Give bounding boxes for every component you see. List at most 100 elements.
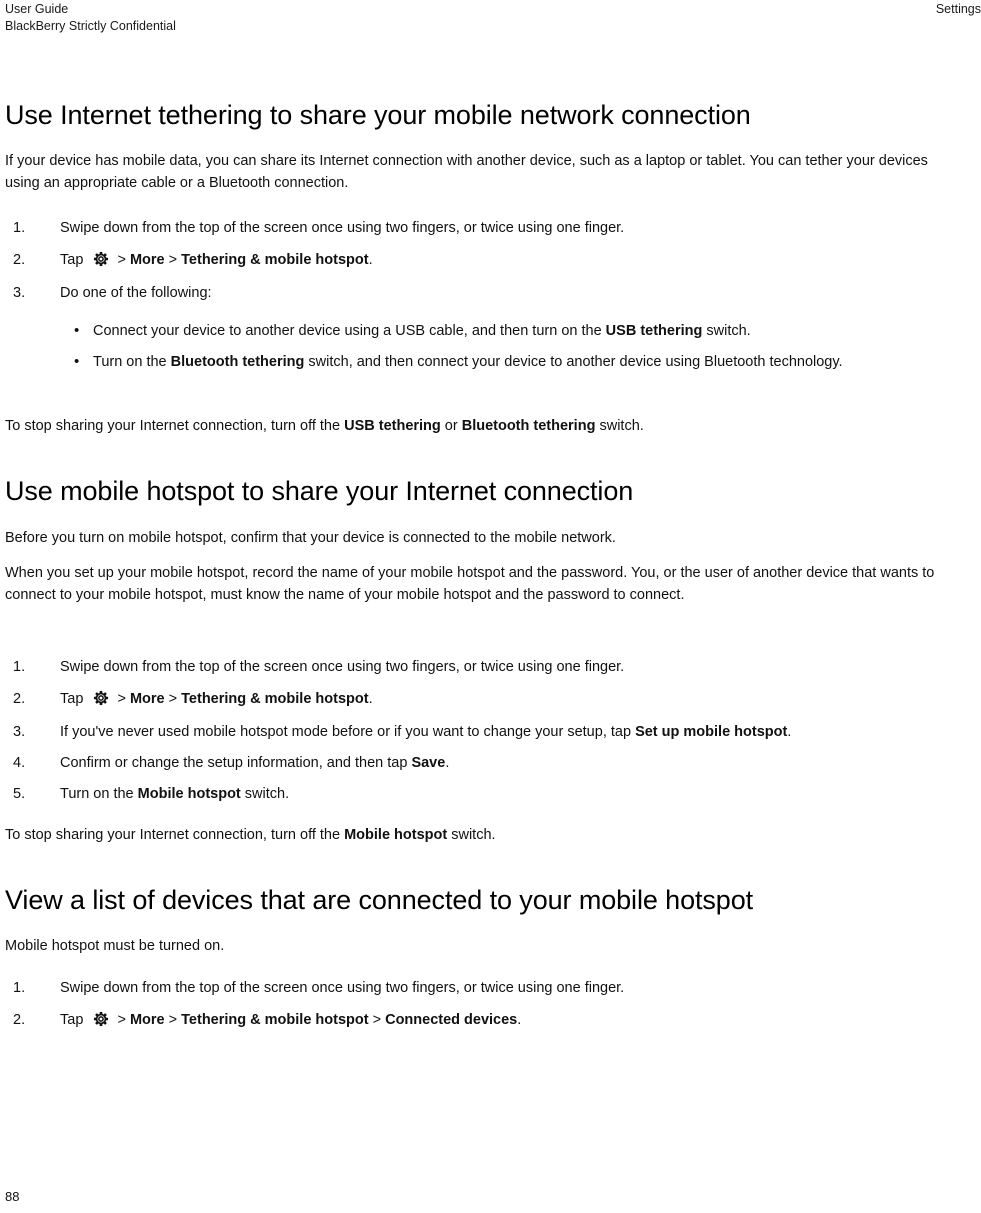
gear-icon	[93, 690, 109, 706]
step-text-suffix: .	[517, 1012, 522, 1028]
step-text-prefix: Tap	[60, 252, 84, 268]
step-marker: 1.	[13, 980, 26, 996]
step-separator: >	[117, 1012, 126, 1028]
step-menu-item-more: More	[129, 691, 165, 707]
step-separator: >	[117, 252, 126, 268]
bullet-list-tethering-options: • Connect your device to another device …	[5, 320, 960, 373]
list-item-step-1: 1. Swipe down from the top of the screen…	[5, 217, 960, 239]
page-title-connected-devices: View a list of devices that are connecte…	[5, 885, 754, 915]
intro-paragraph-connected-devices: Mobile hotspot must be turned on.	[5, 935, 960, 957]
step-text-post: switch.	[240, 786, 290, 802]
section-internet-tethering: Use Internet tethering to share your mob…	[5, 99, 960, 131]
section-connected-devices: View a list of devices that are connecte…	[5, 884, 960, 916]
list-item-step-3: 3. Do one of the following:	[5, 282, 960, 304]
step-bold-mobile-hotspot: Mobile hotspot	[137, 786, 241, 802]
header-confidentiality-notice: BlackBerry Strictly Confidential	[5, 18, 176, 33]
paragraph-text: Mobile hotspot must be turned on.	[5, 938, 225, 954]
step-text-pre: Confirm or change the setup information,…	[60, 755, 412, 771]
outro-text-pre: To stop sharing your Internet connection…	[5, 418, 345, 434]
step-bold-save: Save	[411, 755, 446, 771]
list-item-step-3: 3. If you've never used mobile hotspot m…	[5, 721, 960, 743]
step-text: Swipe down from the top of the screen on…	[60, 659, 625, 675]
paragraph-text: To stop sharing your Internet connection…	[5, 824, 960, 846]
section-mobile-hotspot: Use mobile hotspot to share your Interne…	[5, 475, 960, 507]
intro-paragraph-1-mobile-hotspot: Before you turn on mobile hotspot, confi…	[5, 527, 960, 549]
step-text-suffix: .	[368, 252, 373, 268]
list-item-bullet-usb: • Connect your device to another device …	[5, 320, 960, 342]
header-doc-title: User Guide	[5, 2, 69, 16]
step-marker: 3.	[13, 285, 26, 301]
step-text-prefix: Tap	[60, 691, 84, 707]
outro-text-post: switch.	[595, 418, 644, 434]
step-separator: >	[168, 691, 178, 707]
bullet-text-pre: Turn on the	[93, 354, 171, 370]
header-chapter-title: Settings	[935, 2, 981, 16]
bullet-bold-usb-tethering: USB tethering	[605, 323, 703, 339]
step-separator: >	[117, 691, 126, 707]
step-bold-set-up-mobile-hotspot: Set up mobile hotspot	[635, 724, 788, 740]
step-marker: 1.	[13, 659, 26, 675]
step-text-post: .	[787, 724, 792, 740]
page-title-internet-tethering: Use Internet tethering to share your mob…	[5, 100, 751, 130]
step-text-pre: If you've never used mobile hotspot mode…	[60, 724, 636, 740]
step-text: Swipe down from the top of the screen on…	[60, 980, 625, 996]
step-separator: >	[372, 1012, 382, 1028]
running-header: User Guide BlackBerry Strictly Confident…	[0, 0, 981, 46]
steps-list-internet-tethering: 1. Swipe down from the top of the screen…	[5, 217, 960, 304]
list-item-step-1: 1. Swipe down from the top of the screen…	[5, 977, 960, 999]
page-number: 88	[5, 1189, 20, 1204]
step-menu-item-tethering: Tethering & mobile hotspot	[181, 252, 369, 268]
list-item-bullet-bluetooth: • Turn on the Bluetooth tethering switch…	[5, 351, 960, 373]
step-marker: 5.	[13, 786, 26, 802]
page-title-mobile-hotspot: Use mobile hotspot to share your Interne…	[5, 476, 634, 506]
step-text: Swipe down from the top of the screen on…	[60, 220, 625, 236]
step-marker: 4.	[13, 755, 26, 771]
intro-paragraph-internet-tethering: If your device has mobile data, you can …	[5, 150, 960, 194]
bullet-text-post: switch.	[702, 323, 751, 339]
step-text-suffix: .	[368, 691, 373, 707]
paragraph-text: To stop sharing your Internet connection…	[5, 415, 960, 437]
step-menu-item-tethering: Tethering & mobile hotspot	[181, 691, 369, 707]
bullet-bold-bluetooth-tethering: Bluetooth tethering	[170, 354, 305, 370]
intro-paragraph-2-mobile-hotspot: When you set up your mobile hotspot, rec…	[5, 562, 960, 606]
list-item-step-1: 1. Swipe down from the top of the screen…	[5, 656, 960, 678]
outro-paragraph-mobile-hotspot: To stop sharing your Internet connection…	[5, 824, 960, 846]
steps-list-connected-devices: 1. Swipe down from the top of the screen…	[5, 977, 960, 1031]
gear-icon	[93, 1011, 109, 1027]
step-marker: 1.	[13, 220, 26, 236]
step-text: Do one of the following:	[60, 285, 212, 301]
list-item-step-5: 5. Turn on the Mobile hotspot switch.	[5, 783, 960, 805]
outro-bold-mobile-hotspot: Mobile hotspot	[344, 827, 448, 843]
paragraph-text: If your device has mobile data, you can …	[5, 153, 928, 191]
list-item-step-2: 2. Tap > More > Tethering & mobile hotsp…	[5, 688, 960, 710]
outro-text-mid: or	[440, 418, 462, 434]
outro-bold-usb: USB tethering	[344, 418, 441, 434]
header-left-block: User Guide BlackBerry Strictly Confident…	[5, 1, 176, 34]
outro-bold-bluetooth: Bluetooth tethering	[461, 418, 596, 434]
step-separator: >	[168, 252, 178, 268]
paragraph-text: Before you turn on mobile hotspot, confi…	[5, 530, 616, 546]
list-item-step-4: 4. Confirm or change the setup informati…	[5, 752, 960, 774]
outro-text-post: switch.	[447, 827, 496, 843]
step-marker: 2.	[13, 691, 26, 707]
list-item-step-2: 2. Tap > More > Tethering & mobile hotsp…	[5, 1009, 960, 1031]
step-text-prefix: Tap	[60, 1012, 84, 1028]
step-text-post: .	[445, 755, 450, 771]
bullet-text-post: switch, and then connect your device to …	[304, 354, 843, 370]
bullet-text-pre: Connect your device to another device us…	[93, 323, 606, 339]
step-marker: 3.	[13, 724, 26, 740]
step-marker: 2.	[13, 1012, 26, 1028]
paragraph-text: When you set up your mobile hotspot, rec…	[5, 565, 935, 603]
gear-icon	[93, 251, 109, 267]
step-separator: >	[168, 1012, 178, 1028]
step-menu-item-more: More	[129, 1012, 165, 1028]
step-menu-item-tethering: Tethering & mobile hotspot	[181, 1012, 369, 1028]
document-page: User Guide BlackBerry Strictly Confident…	[0, 0, 981, 1213]
outro-paragraph-internet-tethering: To stop sharing your Internet connection…	[5, 415, 960, 437]
step-text-pre: Turn on the	[60, 786, 138, 802]
bullet-dot-icon: •	[74, 322, 80, 339]
step-menu-item-connected-devices: Connected devices	[385, 1012, 518, 1028]
outro-text-pre: To stop sharing your Internet connection…	[5, 827, 345, 843]
step-marker: 2.	[13, 252, 26, 268]
list-item-step-2: 2. Tap > More > Tethering & mobile hotsp…	[5, 249, 960, 271]
